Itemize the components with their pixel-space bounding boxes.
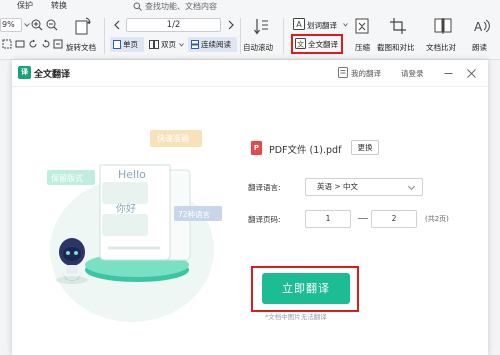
word-translate-button[interactable]: 划词翻译 [307,20,337,31]
ribbon-toolbar: 保护 转换 查找功能、文档内容 9% 旋转文档 1/2 单页 双页 连续阅读 自… [0,0,500,60]
minimize-icon[interactable] [444,69,453,78]
zoom-input[interactable]: 9% [0,18,22,32]
page-number-input[interactable]: 1/2 [126,18,221,32]
my-translations-link[interactable]: 我的翻译 [351,68,381,79]
rotate-left-icon[interactable] [28,39,38,49]
chevron-down-icon [407,182,416,191]
chevron-down-icon[interactable] [24,23,30,27]
prev-page-icon[interactable] [113,20,121,30]
search-icon [133,2,142,11]
languages-badge: 72种语言 [178,210,211,219]
total-pages: (共2页) [425,215,449,223]
rectangle-select-icon[interactable] [15,39,25,49]
document-compare-icon[interactable] [434,17,452,35]
fit-page-icon[interactable] [53,39,63,49]
rotate-document-icon[interactable] [73,17,91,35]
translation-illustration: Hello 你好 快速准确 保留版式 72种语言 [42,130,222,330]
image-note: *文档中图片无法翻译 [265,313,327,321]
change-file-button[interactable]: 更换 [351,140,379,155]
hello-text: Hello [118,168,146,181]
illustration-graphic [47,130,222,322]
auto-scroll-icon[interactable] [253,17,269,35]
svg-text:A: A [296,20,302,29]
read-aloud-icon[interactable]: A [473,17,491,35]
translate-logo-icon: 译 [18,66,31,79]
continuous-read-icon [191,40,199,49]
next-page-icon[interactable] [227,20,235,30]
page-to-input[interactable]: 2 [371,210,417,228]
pages-label: 翻译页码: [248,215,281,224]
language-select-value: 英语 > 中文 [317,182,359,191]
screenshot-compare-icon[interactable] [389,17,407,35]
pdf-file-icon: P [251,141,262,155]
single-page-icon [113,40,121,49]
my-translations-icon[interactable] [338,67,348,78]
nihao-text: 你好 [116,204,136,215]
select-text-icon[interactable] [2,39,12,49]
menu-convert[interactable]: 转换 [51,0,67,12]
keep-format-badge: 保留版式 [51,174,83,183]
compress-icon[interactable] [353,17,371,35]
dialog-title: 全文翻译 [34,70,71,80]
full-translate-highlight [291,34,343,54]
word-translate-icon[interactable]: A [293,18,305,30]
screenshot-compare-button[interactable]: 截图和对比 [377,42,415,53]
translate-now-button[interactable]: 立即翻译 [262,273,350,304]
single-page-label: 单页 [123,40,138,49]
dialog-header: 译 全文翻译 我的翻译 请登录 [12,60,488,87]
rotate-right-icon[interactable] [41,39,51,49]
read-aloud-button[interactable]: 朗读 [472,42,487,53]
file-name: PDF文件 (1).pdf [269,145,342,156]
chevron-down-icon[interactable] [179,43,184,47]
fast-accurate-badge: 快速准确 [157,134,189,143]
auto-scroll-button[interactable]: 自动滚动 [243,42,273,53]
double-page-icon[interactable] [149,40,159,49]
compress-button[interactable]: 压缩 [355,42,370,53]
range-dash [358,218,368,219]
zoom-out-icon[interactable] [46,19,58,31]
single-page-button[interactable]: 单页 [110,37,144,52]
close-icon[interactable] [467,69,476,78]
language-label: 翻译语言: [248,183,281,192]
document-compare-button[interactable]: 文档比对 [426,42,456,53]
chevron-down-icon[interactable] [343,23,348,27]
continuous-read-button[interactable]: 连续阅读 [188,37,237,52]
double-page-button[interactable]: 双页 [161,39,176,50]
rotate-document-button[interactable]: 旋转文档 [66,42,96,53]
full-translate-dialog: 译 全文翻译 我的翻译 请登录 Hello 你好 快速准确 保留版式 72种语言… [12,60,488,355]
login-link[interactable]: 请登录 [401,68,424,79]
language-select[interactable]: 英语 > 中文 [305,178,423,196]
zoom-in-icon[interactable] [31,19,43,31]
search-input[interactable]: 查找功能、文档内容 [145,1,217,12]
continuous-read-label: 连续阅读 [201,40,231,49]
page-from-input[interactable]: 1 [305,210,351,228]
menu-protect[interactable]: 保护 [17,0,33,12]
svg-text:A: A [474,20,483,34]
